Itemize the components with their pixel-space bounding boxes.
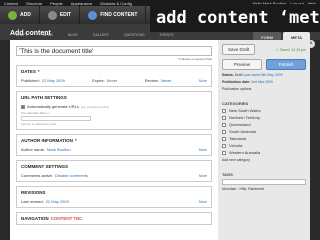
author-more-link[interactable]: More bbox=[199, 148, 207, 152]
url-path-section: URL PATH SETTINGS Automatically generate… bbox=[16, 91, 212, 130]
add-category-link[interactable]: Add new category bbox=[222, 158, 306, 162]
expire-label: Expire: bbox=[92, 78, 105, 83]
auto-url-label: Automatically generate URLs bbox=[27, 104, 79, 109]
dates-row: Published: 22 May 2009 Expire: Never Revie… bbox=[21, 78, 207, 83]
auto-url-hint: (eg: yoursite.com/url) bbox=[80, 104, 109, 109]
add-button[interactable]: ADD bbox=[0, 6, 40, 24]
category-item[interactable]: New South Wales bbox=[222, 108, 306, 113]
publication-line: Publication date: 2nd Mar 2009 bbox=[222, 80, 273, 84]
category-item[interactable]: Victoria bbox=[222, 143, 306, 148]
publication-options-link[interactable]: Publication options bbox=[222, 87, 306, 91]
revisions-label: Last revised: bbox=[21, 199, 44, 204]
status-line: Status: Draft Last saved 6th May 2009 bbox=[222, 73, 283, 77]
category-item[interactable]: Queensland bbox=[222, 122, 306, 127]
comments-value[interactable]: Disable comments bbox=[55, 173, 88, 178]
required-note: * Indicates a required field bbox=[177, 57, 212, 61]
published-label: Published: bbox=[21, 78, 40, 83]
category-item[interactable]: Western Australia bbox=[222, 150, 306, 155]
published-value[interactable]: 22 May 2009 bbox=[42, 78, 65, 83]
alias-label: Use alternate alias (.) bbox=[21, 111, 50, 115]
subtab-blog[interactable]: BLOG bbox=[62, 33, 84, 40]
dates-section: DATES * Published: 22 May 2009 Expire: Neve… bbox=[16, 65, 212, 87]
review-label: Review: bbox=[144, 78, 159, 83]
status-detail: Last saved 6th May 2009 bbox=[243, 73, 283, 77]
edit-form: 'This is the document title' * Indicates… bbox=[10, 40, 218, 240]
find-content-button[interactable]: FIND CONTENT bbox=[80, 6, 147, 24]
find-content-label: FIND CONTENT bbox=[100, 12, 138, 18]
tags-input[interactable] bbox=[222, 179, 306, 185]
alias-input[interactable] bbox=[21, 116, 91, 121]
tags-heading: TAGS bbox=[222, 172, 233, 177]
saved-note: ✓ Saved: 12.34 pm bbox=[275, 47, 306, 52]
admin-menu-modules[interactable]: Modules & Config bbox=[96, 1, 136, 6]
tags-value: Mountain · Hills, Rainforest bbox=[222, 187, 265, 191]
subtab-events[interactable]: EVENTS bbox=[154, 33, 180, 40]
search-icon bbox=[88, 10, 98, 20]
comments-more-link[interactable]: More bbox=[199, 174, 207, 178]
navigation-value: CONTENT TBC bbox=[50, 216, 83, 221]
comments-label: Comments active: bbox=[21, 173, 54, 178]
author-heading: AUTHOR INFORMATION * bbox=[21, 138, 77, 143]
subtab-gallery[interactable]: GALLERY bbox=[87, 33, 115, 40]
revisions-more-link[interactable]: More bbox=[199, 200, 207, 204]
pencil-icon bbox=[47, 10, 57, 20]
author-label: Author name: bbox=[21, 147, 46, 152]
admin-menu-appearance[interactable]: Appearance bbox=[67, 1, 97, 6]
dates-heading: DATES * bbox=[21, 69, 40, 74]
url-path-heading: URL PATH SETTINGS bbox=[21, 95, 67, 100]
auto-url-checkbox[interactable] bbox=[21, 104, 25, 109]
subtab-questions[interactable]: QUESTIONS bbox=[118, 33, 151, 40]
category-item[interactable]: Northern Territory bbox=[222, 115, 306, 120]
expire-value[interactable]: Never bbox=[107, 78, 118, 83]
review-value[interactable]: Never bbox=[161, 78, 172, 83]
author-value[interactable]: Mark Boulton bbox=[47, 147, 71, 152]
admin-menu-people[interactable]: People bbox=[46, 1, 66, 6]
add-label: ADD bbox=[20, 12, 31, 18]
preview-button[interactable]: Preview bbox=[222, 59, 262, 70]
category-item[interactable]: Tasmania bbox=[222, 136, 306, 141]
category-item[interactable]: South Australia bbox=[222, 129, 306, 134]
edit-label: EDIT bbox=[59, 12, 72, 18]
alias-note: Specify an alternative path bbox=[21, 122, 57, 126]
categories-heading: CATEGORIES bbox=[222, 101, 249, 106]
categories-list: New South Wales Northern Territory Queen… bbox=[222, 108, 306, 155]
revisions-section: REVISIONS Last revised: 22 May 2009 More bbox=[16, 186, 212, 208]
publish-button[interactable]: Publish bbox=[266, 59, 306, 70]
page-title: Add content bbox=[10, 30, 51, 37]
plus-icon bbox=[8, 10, 17, 20]
comments-heading: COMMENT SETTINGS bbox=[21, 164, 68, 169]
revisions-value[interactable]: 22 May 2009 bbox=[46, 199, 69, 204]
status-value: Draft bbox=[234, 73, 243, 77]
edit-button[interactable]: EDIT bbox=[40, 6, 81, 24]
navigation-section: NAVIGATION CONTENT TBC bbox=[16, 212, 212, 225]
dates-more-link[interactable]: More bbox=[199, 79, 207, 83]
admin-menu-structure[interactable]: Structure bbox=[22, 1, 46, 6]
comments-section: COMMENT SETTINGS Comments active: Disable… bbox=[16, 160, 212, 182]
admin-menu-content[interactable]: Content bbox=[0, 1, 22, 6]
annotation-title: add content ‘meta’ bbox=[150, 4, 320, 32]
author-section: AUTHOR INFORMATION * Author name: Mark Bou… bbox=[16, 134, 212, 156]
publish-sidebar: Save Draft ✓ Saved: 12.34 pm Preview Pub… bbox=[218, 40, 310, 240]
revisions-heading: REVISIONS bbox=[21, 190, 46, 195]
navigation-heading: NAVIGATION CONTENT TBC bbox=[21, 216, 83, 221]
publication-value[interactable]: 2nd Mar 2009 bbox=[251, 80, 273, 84]
title-input[interactable]: 'This is the document title' bbox=[16, 46, 212, 56]
save-draft-button[interactable]: Save Draft bbox=[222, 44, 256, 55]
